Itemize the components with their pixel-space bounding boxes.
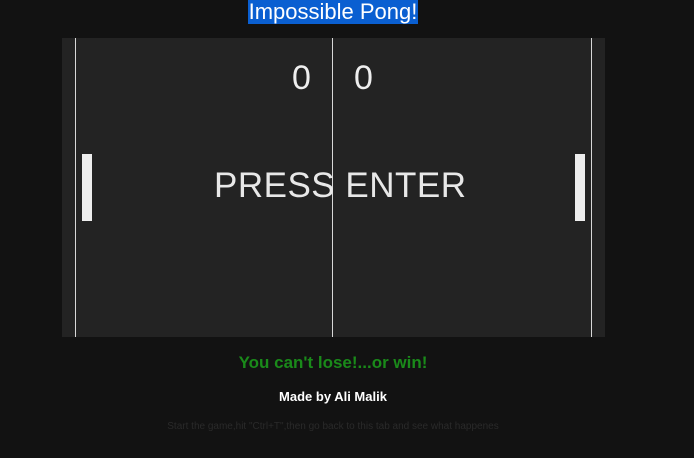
left-paddle: [82, 154, 92, 221]
left-score: 0: [292, 59, 311, 97]
game-canvas[interactable]: 0 0 PRESS ENTER: [62, 38, 605, 337]
hint-text: Start the game,hit "Ctrl+T",then go back…: [167, 421, 499, 432]
page-title-text: Impossible Pong!: [247, 0, 419, 24]
page-title: Impossible Pong!: [0, 0, 666, 27]
right-paddle: [575, 154, 585, 221]
author-credit: Made by Ali Malik: [279, 389, 387, 404]
right-score: 0: [354, 59, 373, 97]
page: Impossible Pong! 0 0 PRESS ENTER You can…: [0, 0, 694, 458]
press-enter-prompt: PRESS ENTER: [214, 166, 467, 205]
tagline: You can't lose!...or win!: [238, 353, 428, 372]
right-boundary-line: [591, 38, 592, 337]
left-boundary-line: [75, 38, 76, 337]
